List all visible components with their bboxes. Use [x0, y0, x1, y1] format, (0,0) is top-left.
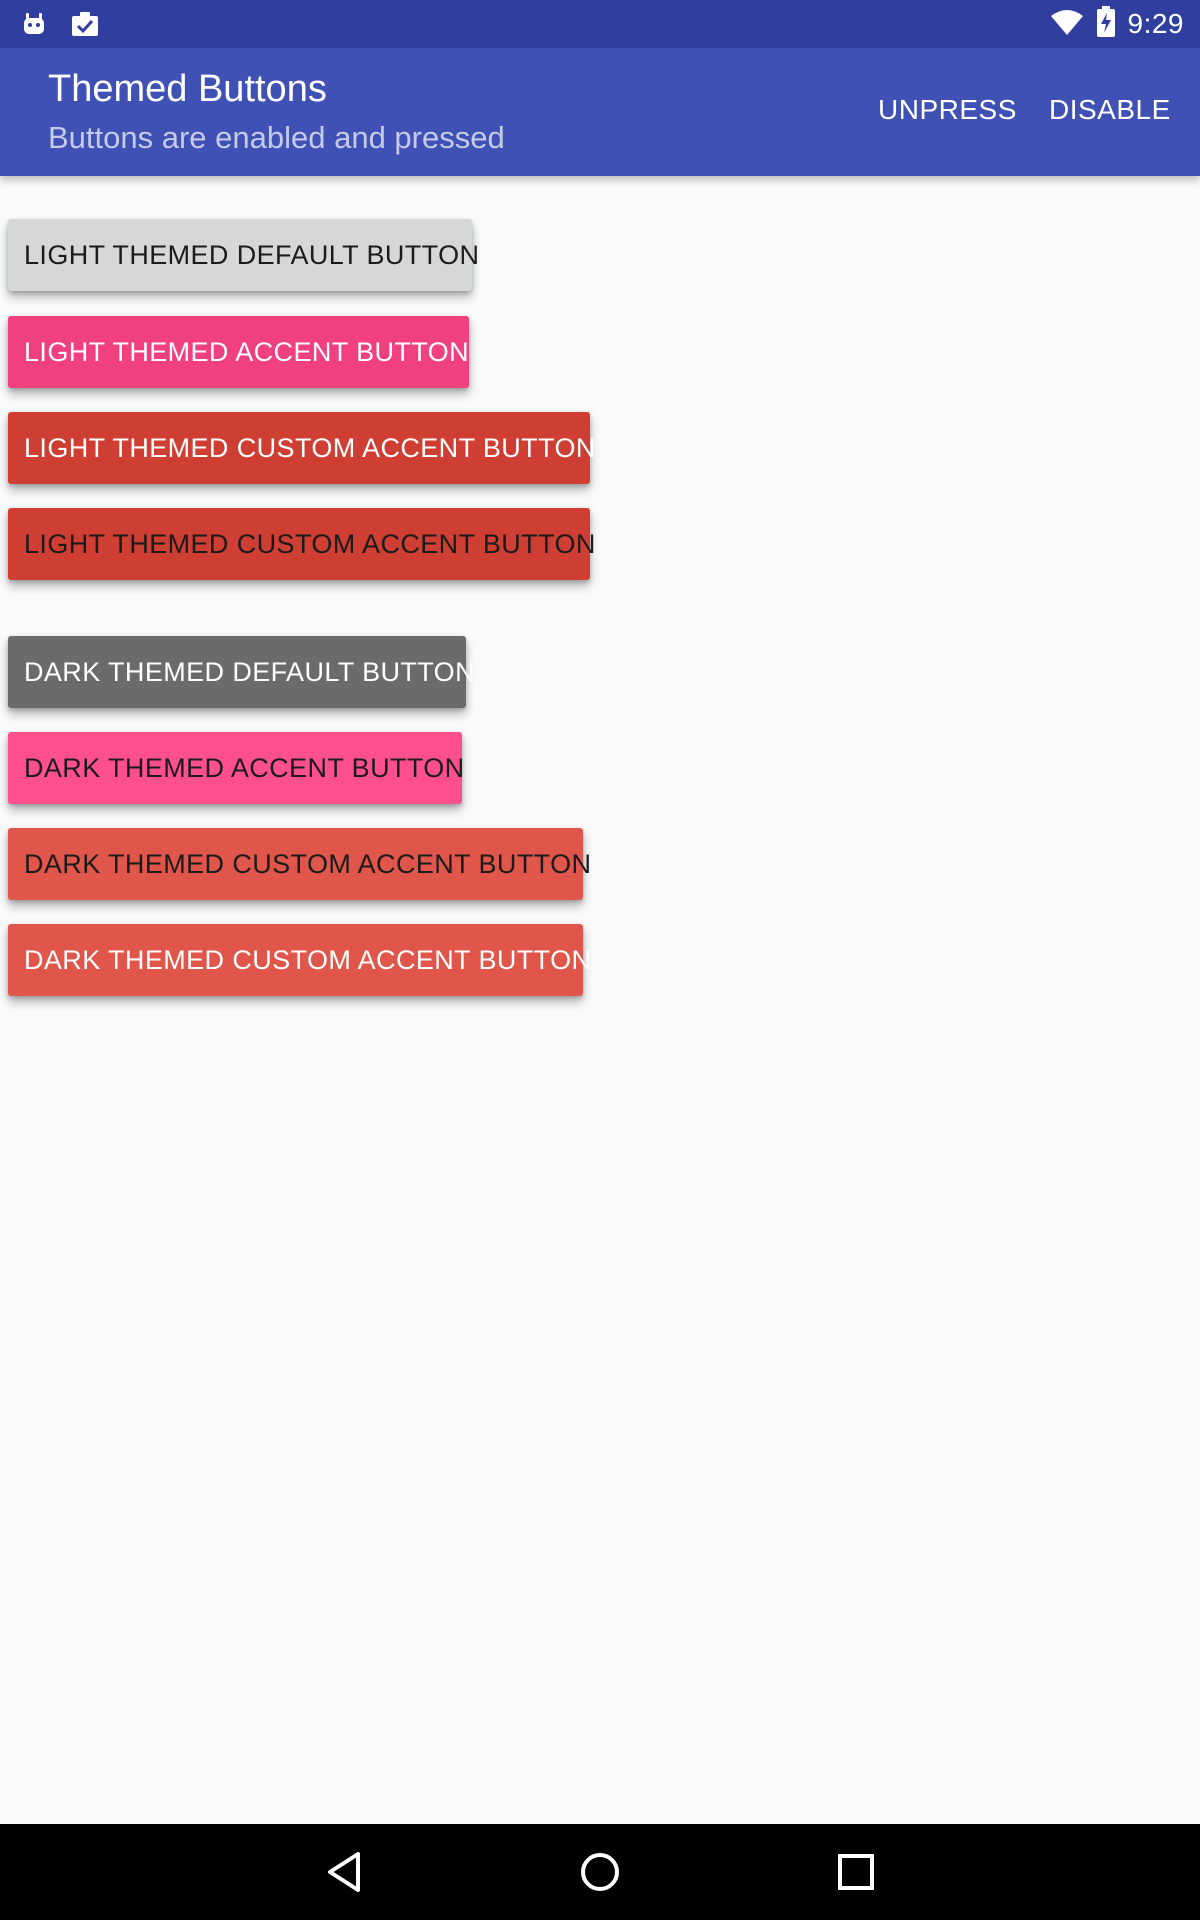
- light-accent-button[interactable]: LIGHT THEMED ACCENT BUTTON: [8, 316, 469, 388]
- back-icon[interactable]: [316, 1844, 372, 1900]
- unpress-button[interactable]: UNPRESS: [878, 94, 1017, 126]
- wifi-icon: [1050, 8, 1084, 41]
- dark-custom-accent-button-1[interactable]: DARK THEMED CUSTOM ACCENT BUTTON: [8, 828, 591, 900]
- screen: 9:29 Themed Buttons Buttons are enabled …: [0, 0, 1200, 1920]
- status-bar: 9:29: [0, 0, 1200, 48]
- navigation-bar: [0, 1824, 1200, 1920]
- light-custom-accent-button-2[interactable]: LIGHT THEMED CUSTOM ACCENT BUTTON: [8, 508, 595, 580]
- dark-custom-accent-button-2[interactable]: DARK THEMED CUSTOM ACCENT BUTTON: [8, 924, 591, 996]
- app-bar: Themed Buttons Buttons are enabled and p…: [0, 48, 1200, 176]
- light-default-button[interactable]: LIGHT THEMED DEFAULT BUTTON: [8, 219, 479, 291]
- disable-button[interactable]: DISABLE: [1049, 94, 1171, 126]
- recents-icon[interactable]: [828, 1844, 884, 1900]
- status-icons-left: [20, 8, 98, 40]
- app-subtitle: Buttons are enabled and pressed: [48, 120, 505, 155]
- android-debug-icon: [20, 10, 48, 38]
- battery-charging-icon: [1096, 5, 1116, 43]
- dark-accent-button[interactable]: DARK THEMED ACCENT BUTTON: [8, 732, 464, 804]
- clipboard-check-icon: [70, 10, 98, 38]
- app-title: Themed Buttons: [48, 68, 327, 110]
- status-time: 9:29: [1127, 8, 1184, 39]
- status-icons-right: 9:29: [1050, 0, 1185, 48]
- light-custom-accent-button-1[interactable]: LIGHT THEMED CUSTOM ACCENT BUTTON: [8, 412, 595, 484]
- home-icon[interactable]: [572, 1844, 628, 1900]
- dark-default-button[interactable]: DARK THEMED DEFAULT BUTTON: [8, 636, 475, 708]
